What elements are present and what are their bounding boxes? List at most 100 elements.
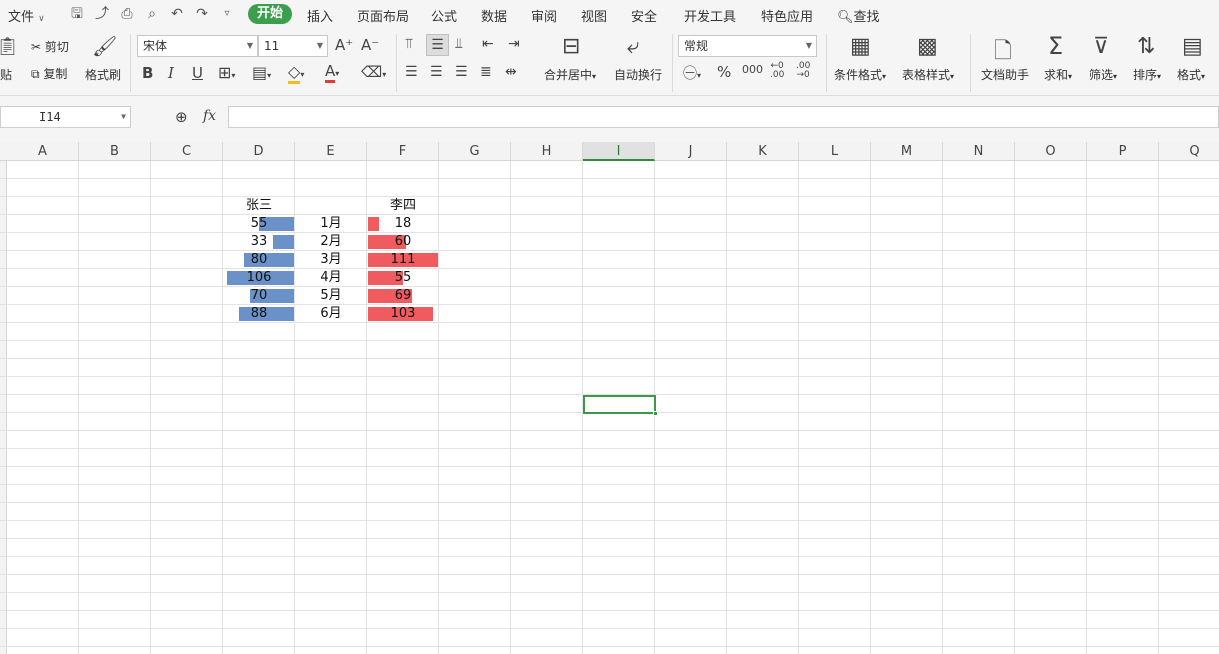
header-zhangsan[interactable]: 张三 xyxy=(223,197,295,215)
column-header-M[interactable]: M xyxy=(871,142,943,161)
column-header-Q[interactable]: Q xyxy=(1159,142,1219,161)
tab-security[interactable]: 安全 xyxy=(631,6,657,25)
increase-decimal-icon[interactable]: ←0.00 xyxy=(770,62,784,80)
search-command[interactable]: 🔍︎查找 xyxy=(837,6,880,25)
justify-icon[interactable]: ≣ xyxy=(480,64,492,80)
column-header-I[interactable]: I xyxy=(583,142,655,161)
clear-format-icon[interactable]: ⌫▾ xyxy=(361,63,386,81)
underline-icon[interactable]: U xyxy=(192,64,203,82)
bold-icon[interactable]: B xyxy=(142,64,153,82)
decrease-font-icon[interactable]: A⁻ xyxy=(361,36,379,54)
decrease-indent-icon[interactable]: ⇤ xyxy=(482,36,494,52)
cell-month[interactable]: 3月 xyxy=(295,251,367,269)
border-icon[interactable]: ⊞▾ xyxy=(218,63,235,82)
decrease-decimal-icon[interactable]: .00 →0 xyxy=(796,62,810,80)
font-name-select[interactable]: 宋体 ▼ xyxy=(137,35,258,57)
cell-zhangsan-value[interactable]: 70 xyxy=(223,287,295,305)
percent-icon[interactable]: % xyxy=(717,63,731,81)
table-style-button[interactable]: 表格样式▾ xyxy=(902,66,954,83)
increase-font-icon[interactable]: A⁺ xyxy=(335,36,353,54)
selected-cell[interactable] xyxy=(583,395,658,416)
tab-special-apps[interactable]: 特色应用 xyxy=(761,6,813,25)
distributed-align-icon[interactable]: ⇹ xyxy=(505,64,517,80)
align-bottom-icon[interactable]: ⫫ xyxy=(455,36,463,52)
quick-access-more-icon[interactable]: ▿ xyxy=(218,5,236,23)
doc-assistant-button[interactable]: 文档助手 xyxy=(981,66,1029,83)
cut-button[interactable]: ✂ 剪切 xyxy=(31,38,69,55)
tab-formulas[interactable]: 公式 xyxy=(431,6,457,25)
column-header-J[interactable]: J xyxy=(655,142,727,161)
name-box[interactable]: I14 ▼ xyxy=(0,106,131,128)
column-header-F[interactable]: F xyxy=(367,142,439,161)
column-header-C[interactable]: C xyxy=(151,142,223,161)
align-middle-icon[interactable]: ☰ xyxy=(426,34,449,56)
column-header-B[interactable]: B xyxy=(79,142,151,161)
cell-lisi-value[interactable]: 55 xyxy=(367,269,439,287)
column-header-E[interactable]: E xyxy=(295,142,367,161)
align-right-icon[interactable]: ☰ xyxy=(455,64,468,80)
align-top-icon[interactable]: ⫪ xyxy=(405,36,413,52)
tab-insert[interactable]: 插入 xyxy=(307,6,333,25)
merge-center-button[interactable]: 合并居中▾ xyxy=(544,66,596,83)
insert-function-icon[interactable]: fx xyxy=(203,108,216,124)
fill-pattern-icon[interactable]: ▤▾ xyxy=(252,63,271,82)
increase-indent-icon[interactable]: ⇥ xyxy=(508,36,520,52)
column-header-A[interactable]: A xyxy=(7,142,79,161)
cell-lisi-value[interactable]: 60 xyxy=(367,233,439,251)
formula-input[interactable] xyxy=(228,106,1219,128)
header-lisi[interactable]: 李四 xyxy=(367,197,439,215)
cell-month[interactable]: 6月 xyxy=(295,305,367,323)
redo-icon[interactable]: ↷ xyxy=(193,5,211,23)
cell-lisi-value[interactable]: 103 xyxy=(367,305,439,323)
currency-icon[interactable]: ㊀▾ xyxy=(683,63,701,83)
undo-icon[interactable]: ↶ xyxy=(168,5,186,23)
cell-zhangsan-value[interactable]: 88 xyxy=(223,305,295,323)
tab-page-layout[interactable]: 页面布局 xyxy=(357,6,409,25)
column-header-N[interactable]: N xyxy=(943,142,1015,161)
cell-month[interactable]: 5月 xyxy=(295,287,367,305)
fill-handle[interactable] xyxy=(653,411,658,416)
font-color-icon[interactable]: A▾ xyxy=(325,62,339,83)
cell-zhangsan-value[interactable]: 80 xyxy=(223,251,295,269)
column-header-O[interactable]: O xyxy=(1015,142,1087,161)
sort-button[interactable]: 排序▾ xyxy=(1133,66,1161,83)
export-pdf-icon[interactable]: ⤴ xyxy=(93,5,111,23)
format-button[interactable]: 格式▾ xyxy=(1177,66,1205,83)
fill-color-icon[interactable]: ◇▾ xyxy=(288,62,304,84)
zoom-icon[interactable]: ⊕ xyxy=(175,108,188,126)
number-format-select[interactable]: 常规 ▼ xyxy=(678,35,817,57)
filter-button[interactable]: 筛选▾ xyxy=(1089,66,1117,83)
column-header-L[interactable]: L xyxy=(799,142,871,161)
copy-button[interactable]: ⧉ 复制 xyxy=(31,65,67,82)
cell-lisi-value[interactable]: 111 xyxy=(367,251,439,269)
menu-file[interactable]: 文件 ∨ xyxy=(8,6,45,25)
tab-home[interactable]: 开始 xyxy=(248,4,292,24)
conditional-format-button[interactable]: 条件格式▾ xyxy=(834,66,886,83)
font-size-select[interactable]: 11 ▼ xyxy=(258,35,328,57)
column-header-G[interactable]: G xyxy=(439,142,511,161)
align-center-icon[interactable]: ☰ xyxy=(430,64,443,80)
wrap-text-button[interactable]: 自动换行 xyxy=(614,66,662,83)
format-painter-button[interactable]: 格式刷 xyxy=(85,66,121,83)
cell-month[interactable]: 4月 xyxy=(295,269,367,287)
tab-developer[interactable]: 开发工具 xyxy=(684,6,736,25)
paste-icon[interactable]: 📋︎ xyxy=(0,36,19,57)
tab-view[interactable]: 视图 xyxy=(581,6,607,25)
column-header-H[interactable]: H xyxy=(511,142,583,161)
thousands-icon[interactable]: 000 xyxy=(742,63,763,76)
spreadsheet-grid[interactable]: 张三 李四 55 1月 18 33 2月 60 80 3月 111 106 4月 55 70 5月 69 88 6月… xyxy=(0,161,1219,654)
cell-lisi-value[interactable]: 69 xyxy=(367,287,439,305)
sum-button[interactable]: 求和▾ xyxy=(1044,66,1072,83)
print-preview-icon[interactable]: ⌕ xyxy=(143,5,161,23)
tab-review[interactable]: 审阅 xyxy=(531,6,557,25)
cell-month[interactable]: 1月 xyxy=(295,215,367,233)
print-icon[interactable]: ⎙ xyxy=(118,5,136,23)
tab-data[interactable]: 数据 xyxy=(481,6,507,25)
italic-icon[interactable]: I xyxy=(168,64,174,82)
cell-zhangsan-value[interactable]: 106 xyxy=(223,269,295,287)
align-left-icon[interactable]: ☰ xyxy=(405,64,418,80)
column-header-K[interactable]: K xyxy=(727,142,799,161)
column-header-P[interactable]: P xyxy=(1087,142,1159,161)
paste-button[interactable]: 贴 xyxy=(0,66,12,83)
column-header-D[interactable]: D xyxy=(223,142,295,161)
